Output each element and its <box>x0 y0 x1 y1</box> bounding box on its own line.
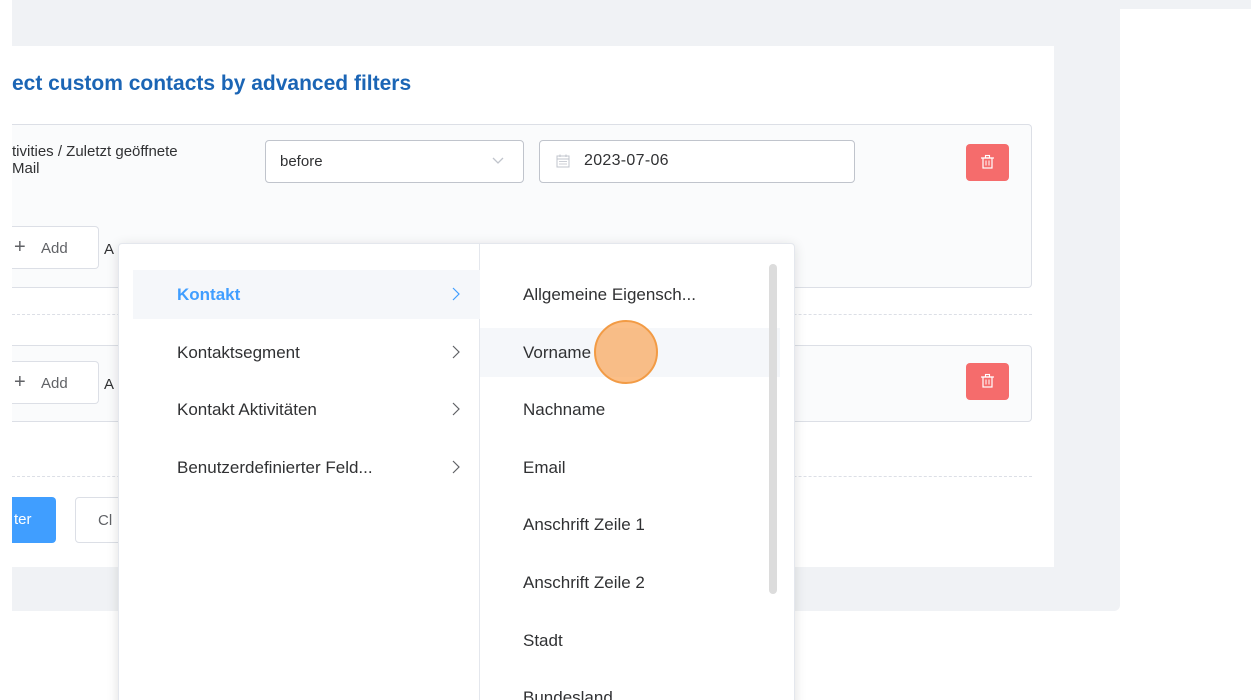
cascader-item-label: Benutzerdefinierter Feld... <box>177 458 373 477</box>
delete-group-button[interactable] <box>966 363 1009 400</box>
trash-icon <box>981 373 994 388</box>
filter-button[interactable]: ter <box>12 497 56 543</box>
plus-icon: + <box>14 236 26 258</box>
add-condition-button[interactable]: + Add <box>12 226 99 269</box>
cascader-item-benutzerdefinierter-feld[interactable]: Benutzerdefinierter Feld... <box>133 443 480 492</box>
cascader-menu-level2: Allgemeine Eigensch... Vorname Nachname … <box>480 244 794 700</box>
left-strip <box>0 0 12 700</box>
cascader-item-kontakt-aktivitaeten[interactable]: Kontakt Aktivitäten <box>133 385 480 434</box>
cascader-option-stadt[interactable]: Stadt <box>480 616 780 665</box>
delete-condition-button[interactable] <box>966 144 1009 181</box>
calendar-icon <box>556 154 570 168</box>
trash-icon <box>981 154 994 169</box>
cascader-option-anschrift-zeile-1[interactable]: Anschrift Zeile 1 <box>480 500 780 549</box>
plus-icon: + <box>14 371 26 393</box>
cascader-dropdown: Kontakt Kontaktsegment Kontakt Aktivität… <box>118 243 795 700</box>
clear-label: Cl <box>98 512 113 529</box>
chevron-down-icon <box>492 157 504 164</box>
click-indicator <box>594 320 658 384</box>
top-strip <box>0 0 1251 9</box>
cascader-option-allgemeine-eigenschaften[interactable]: Allgemeine Eigensch... <box>480 270 780 319</box>
operator-value: before <box>280 153 323 170</box>
cascader-option-label: Email <box>523 458 566 477</box>
add-label: Add <box>41 240 68 257</box>
chevron-right-icon <box>452 460 460 474</box>
add-condition-button[interactable]: + Add <box>12 361 99 404</box>
cascader-option-email[interactable]: Email <box>480 443 780 492</box>
add-label: Add <box>41 375 68 392</box>
cascader-menu-level1: Kontakt Kontaktsegment Kontakt Aktivität… <box>119 244 480 700</box>
cascader-option-label: Anschrift Zeile 1 <box>523 515 645 534</box>
cascader-option-label: Anschrift Zeile 2 <box>523 573 645 592</box>
cascader-item-label: Kontaktsegment <box>177 343 300 362</box>
cascader-item-label: Kontakt <box>177 285 241 304</box>
cascader-item-label: Kontakt Aktivitäten <box>177 400 317 419</box>
add-hint-text: A <box>104 376 115 393</box>
cascader-option-label: Stadt <box>523 631 563 650</box>
cascader-item-kontaktsegment[interactable]: Kontaktsegment <box>133 328 480 377</box>
cascader-option-label: Nachname <box>523 400 606 419</box>
cascader-scrollbar[interactable] <box>769 264 777 594</box>
chevron-right-icon <box>452 345 460 359</box>
condition-label: tivities / Zuletzt geöffnete Mail <box>12 143 178 177</box>
chevron-right-icon <box>452 287 460 301</box>
app-window: ect custom contacts by advanced filters … <box>0 0 1251 700</box>
add-hint-text: A <box>104 241 115 258</box>
chevron-right-icon <box>452 402 460 416</box>
cascader-option-anschrift-zeile-2[interactable]: Anschrift Zeile 2 <box>480 558 780 607</box>
cascader-option-nachname[interactable]: Nachname <box>480 385 780 434</box>
date-picker[interactable]: 2023-07-06 <box>539 140 855 183</box>
page-title: ect custom contacts by advanced filters <box>12 72 412 95</box>
cascader-option-bundesland[interactable]: Bundesland <box>480 673 780 700</box>
cascader-option-label: Allgemeine Eigensch... <box>523 285 696 304</box>
cascader-item-kontakt[interactable]: Kontakt <box>133 270 480 319</box>
cascader-option-label: Bundesland <box>523 688 613 700</box>
cascader-option-label: Vorname <box>523 343 592 362</box>
operator-select[interactable]: before <box>265 140 524 183</box>
date-value: 2023-07-06 <box>584 152 669 169</box>
filter-label: ter <box>14 511 32 528</box>
